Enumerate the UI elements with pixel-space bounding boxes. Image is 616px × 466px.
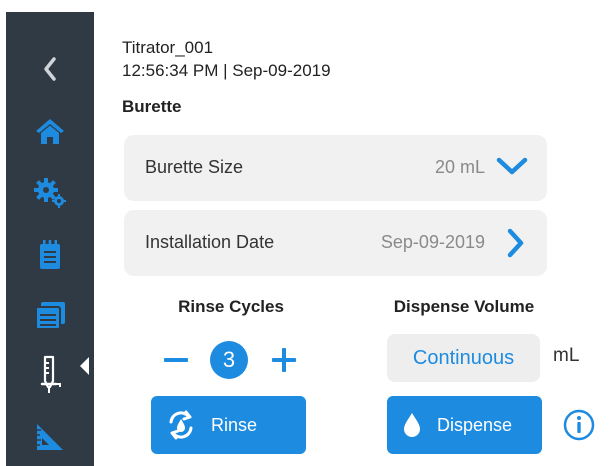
- settings-gears-icon: [34, 178, 66, 208]
- installation-date-row[interactable]: Installation Date Sep-09-2019: [124, 210, 547, 276]
- dispense-volume-label: Dispense Volume: [393, 297, 535, 316]
- plus-icon: [270, 348, 298, 378]
- dispense-volume-field[interactable]: Continuous: [387, 334, 540, 382]
- info-button[interactable]: [563, 409, 595, 446]
- sidebar-item-settings[interactable]: [6, 166, 94, 220]
- burette-size-row[interactable]: Burette Size 20 mL: [124, 135, 547, 201]
- chevron-right-icon[interactable]: [505, 227, 525, 264]
- minus-icon: [162, 358, 190, 378]
- rinse-cycle-icon: [165, 409, 197, 441]
- home-icon: [35, 117, 65, 145]
- sidebar-nav: [6, 12, 94, 466]
- burette-icon: [37, 355, 63, 395]
- section-title: Burette: [122, 97, 182, 116]
- dispense-volume-unit: mL: [553, 345, 580, 366]
- installation-date-value: Sep-09-2019: [380, 232, 485, 252]
- calendar-icon: [34, 300, 66, 330]
- sidebar-item-notes[interactable]: [6, 228, 94, 282]
- sidebar-item-measure[interactable]: [6, 410, 94, 464]
- main-content: Titrator_001 12:56:34 PM | Sep-09-2019 B…: [94, 0, 616, 466]
- water-drop-icon: [401, 411, 423, 439]
- back-chevron-icon: [42, 56, 58, 82]
- burette-size-value: 20 mL: [434, 157, 485, 177]
- installation-date-label: Installation Date: [145, 232, 275, 252]
- sidebar-item-calendar[interactable]: [6, 288, 94, 342]
- rinse-button-label: Rinse: [211, 414, 258, 435]
- device-datetime: 12:56:34 PM | Sep-09-2019: [122, 61, 331, 80]
- rinse-button[interactable]: Rinse: [151, 396, 306, 454]
- rinse-cycles-count: 3: [210, 341, 248, 379]
- rinse-cycles-label: Rinse Cycles: [178, 297, 284, 316]
- screen: Titrator_001 12:56:34 PM | Sep-09-2019 B…: [0, 0, 616, 466]
- burette-size-label: Burette Size: [145, 157, 244, 177]
- notepad-icon: [38, 240, 62, 270]
- back-button[interactable]: [6, 42, 94, 96]
- ruler-triangle-icon: [35, 422, 65, 452]
- chevron-down-icon[interactable]: [495, 155, 529, 182]
- dispense-button[interactable]: Dispense: [387, 396, 542, 454]
- rinse-cycles-decrement[interactable]: [162, 346, 190, 379]
- dispense-button-label: Dispense: [437, 414, 513, 435]
- active-nav-pointer: [80, 357, 89, 375]
- rinse-cycles-increment[interactable]: [270, 346, 298, 379]
- sidebar-item-home[interactable]: [6, 104, 94, 158]
- info-icon: [563, 409, 595, 445]
- device-name: Titrator_001: [122, 38, 214, 57]
